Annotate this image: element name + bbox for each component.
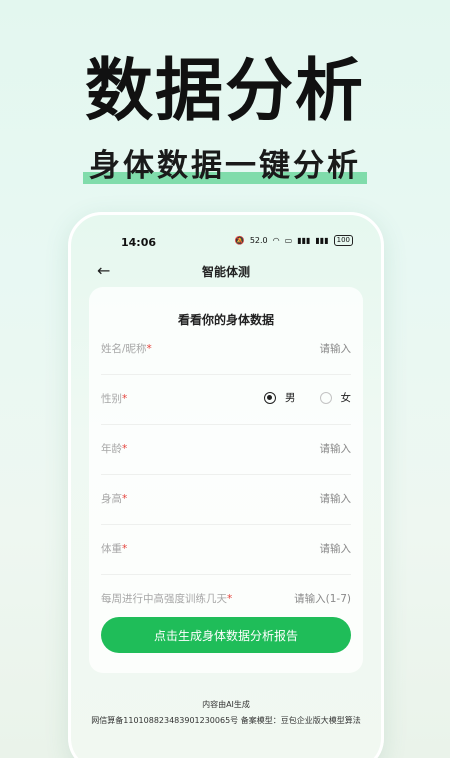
filing-notice: 网信算备110108823483901230065号 备案模型：豆包企业版大模型… [91,716,361,725]
hero-subtitle-wrap: 身体数据一键分析 [0,146,450,186]
mute-icon: 🔕 [234,236,245,245]
nav-bar: ← 智能体测 [71,261,381,285]
training-label: 每周进行中高强度训练几天* [101,593,233,605]
phone-frame: 14:06 🔕 52.0 ◠ ▭ ▮▮▮ ▮▮▮ 100 ← 智能体测 看看你的… [68,212,384,758]
age-input[interactable]: 请输入 [320,441,352,456]
wifi-icon: ◠ [272,236,280,245]
weight-input[interactable]: 请输入 [320,541,352,556]
hero-title: 数据分析 [84,52,365,131]
ai-notice: 内容由AI生成 [202,700,250,709]
required-mark: * [227,593,233,605]
status-bar: 14:06 🔕 52.0 ◠ ▭ ▮▮▮ ▮▮▮ 100 [71,233,381,253]
battery-icon: 100 [333,235,353,246]
training-input[interactable]: 请输入(1-7) [294,591,351,606]
name-label: 姓名/昵称* [101,343,152,355]
radio-female-label[interactable]: 女 [341,390,352,405]
height-row: 身高* 请输入 [101,475,351,525]
age-label: 年龄* [101,443,128,455]
hero-subtitle: 身体数据一键分析 [83,146,367,186]
network-speed: 52.0 [249,236,268,245]
required-mark: * [122,493,128,505]
hd-icon: ▭ [284,236,293,245]
gender-row: 性别* 男 女 [101,375,351,425]
weight-row: 体重* 请输入 [101,525,351,575]
required-mark: * [146,343,152,355]
signal-icon: ▮▮▮ [297,236,311,245]
required-mark: * [122,443,128,455]
status-icons: 🔕 52.0 ◠ ▭ ▮▮▮ ▮▮▮ 100 [235,235,353,246]
required-mark: * [122,543,128,555]
height-label: 身高* [101,493,128,505]
form-card: 看看你的身体数据 姓名/昵称* 请输入 性别* 男 女 年龄* 请输入 身高* … [89,287,363,673]
status-time: 14:06 [121,236,157,249]
required-mark: * [122,393,128,405]
generate-report-button[interactable]: 点击生成身体数据分析报告 [101,617,351,653]
radio-male[interactable] [264,391,276,404]
radio-male-label[interactable]: 男 [285,390,296,405]
name-row: 姓名/昵称* 请输入 [101,325,351,375]
signal-icon-2: ▮▮▮ [315,236,329,245]
radio-female[interactable] [319,391,332,404]
name-input[interactable]: 请输入 [320,341,352,356]
gender-label: 性别* [101,393,128,405]
weight-label: 体重* [101,543,128,555]
gender-radio-group: 男 女 [264,390,351,405]
age-row: 年龄* 请输入 [101,425,351,475]
height-input[interactable]: 请输入 [320,491,352,506]
nav-title: 智能体测 [201,265,250,279]
